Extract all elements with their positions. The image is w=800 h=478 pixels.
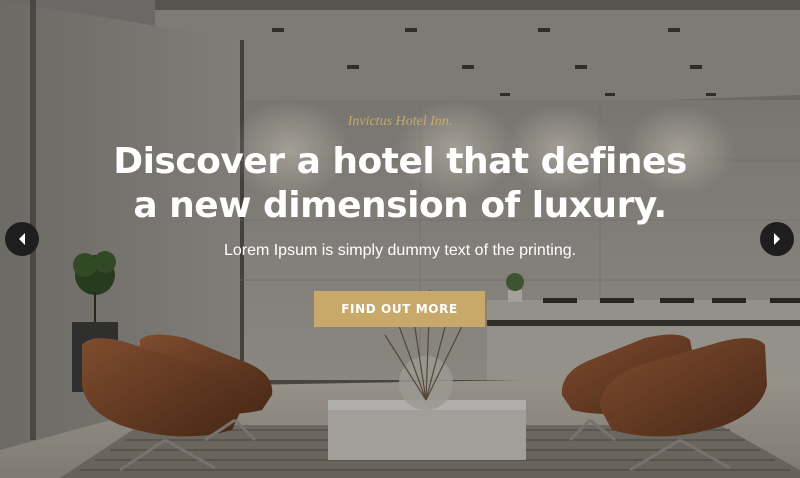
hero-slider: Invictus Hotel Inn. Discover a hotel tha… (0, 0, 800, 478)
slider-next-button[interactable] (760, 222, 794, 256)
hero-subtext: Lorem Ipsum is simply dummy text of the … (223, 242, 577, 259)
hero-headline: Discover a hotel that defines a new dime… (0, 140, 800, 228)
chevron-right-icon (774, 233, 780, 245)
slider-prev-button[interactable] (5, 222, 39, 256)
chevron-left-icon (19, 233, 25, 245)
hero-headline-line-1: Discover a hotel that defines (113, 141, 687, 182)
hero-dim-overlay (0, 0, 800, 478)
hero-headline-line-2: a new dimension of luxury. (133, 185, 667, 226)
hero-eyebrow: Invictus Hotel Inn. (347, 114, 453, 129)
find-out-more-button[interactable]: FIND OUT MORE (314, 291, 485, 327)
